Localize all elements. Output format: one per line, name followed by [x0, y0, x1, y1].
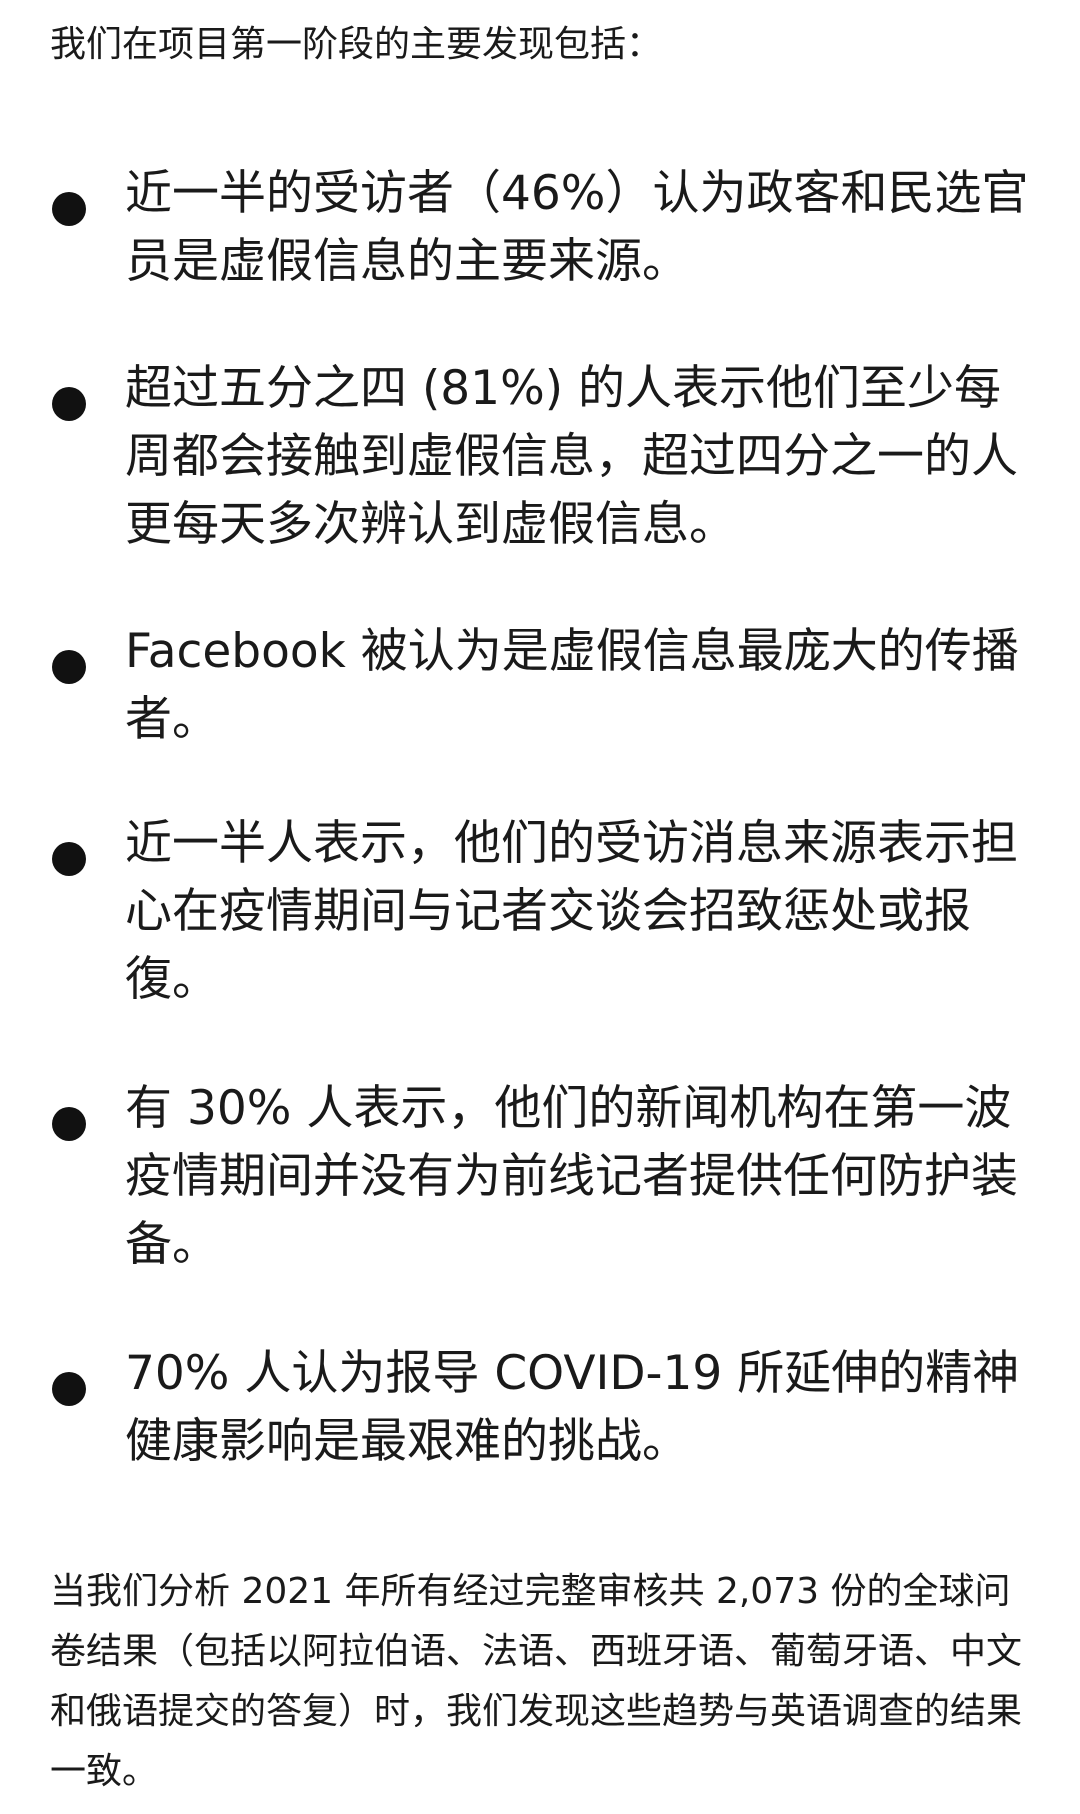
bullet-icon: [52, 842, 86, 876]
bullet-icon: [52, 387, 86, 421]
bullet-icon: [52, 192, 86, 226]
bullet-icon: [52, 1372, 86, 1406]
finding-text: 近一半人表示，他们的受访消息来源表示担心在疫情期间与记者交谈会招致惩处或报復。: [125, 816, 1018, 1007]
finding-text: 超过五分之四 (81%) 的人表示他们至少每周都会接触到虚假信息，超过四分之一的…: [125, 361, 1018, 552]
conclusion-text: 当我们分析 2021 年所有经过完整审核共 2,073 份的全球问卷结果（包括以…: [50, 1571, 1023, 1792]
finding-text: 有 30% 人表示，他们的新闻机构在第一波疫情期间并没有为前线记者提供任何防护装…: [125, 1081, 1018, 1272]
finding-text: Facebook 被认为是虚假信息最庞大的传播者。: [125, 624, 1019, 747]
bullet-icon: [52, 1107, 86, 1141]
finding-text: 70% 人认为报导 COVID-19 所延伸的精神健康影响是最艰难的挑战。: [125, 1346, 1020, 1469]
intro-text: 我们在项目第一阶段的主要发现包括：: [50, 24, 663, 65]
bullet-icon: [52, 650, 86, 684]
document-page: 我们在项目第一阶段的主要发现包括： 近一半的受访者（46%）认为政客和民选官员是…: [0, 0, 1080, 1814]
finding-text: 近一半的受访者（46%）认为政客和民选官员是虚假信息的主要来源。: [125, 166, 1029, 289]
